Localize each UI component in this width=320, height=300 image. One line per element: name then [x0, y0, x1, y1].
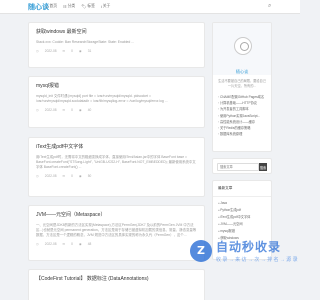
list-item[interactable]: iText生成pdf中文字体: [218, 214, 266, 221]
post-meta: ◷ 2022-08 ✉ 0 ◉ 50: [36, 174, 197, 178]
calendar-icon: ◷: [36, 108, 39, 112]
post-excerpt: 用iText生成pdf时，无需将中文的粗细变换成字体，直接使用iText/Asi…: [36, 155, 196, 169]
calendar-icon: ◷: [36, 242, 39, 246]
tag-icon: 🏷: [81, 4, 87, 9]
comment-icon: ✉: [62, 108, 66, 112]
post-views: 40: [87, 108, 92, 112]
profile-banner: [213, 23, 271, 75]
watermark-logo: Z 自动秒收录 收 录 → 来 访 → 次 → 排 名 → 源 录: [190, 238, 298, 263]
post-excerpt: mysqld_init 文件时遇 [mysqld] port file = /v…: [36, 94, 168, 103]
home-icon: ⌂: [46, 4, 49, 9]
list-item[interactable]: 使用Python实现JavaScript...: [218, 113, 266, 119]
post-title[interactable]: 【CodeFirst Tutorial】 数据标注 (DataAnnotatio…: [36, 275, 197, 282]
search-button[interactable]: 搜索: [259, 163, 267, 171]
nav-item-tags[interactable]: 🏷 标签: [81, 4, 95, 9]
profile-description: 生活不要被自己的局限，要给自己一片天空。所有的...: [218, 79, 266, 88]
post-card: 获取windows 最新空间 Stack.xxx: Cookie: Ban Re…: [28, 22, 205, 68]
post-excerpt: Stack.xxx: Cookie: Ban ResearchStorageSt…: [36, 40, 135, 44]
post-title[interactable]: 获取windows 最新空间: [36, 28, 197, 35]
post-views: 50: [87, 174, 92, 178]
category-icon: ☷: [63, 4, 67, 9]
list-item[interactable]: Python生成pdf: [218, 207, 266, 214]
list-item[interactable]: 数据库系统原理: [218, 131, 266, 137]
list-item[interactable]: mysql报错: [218, 228, 266, 235]
post-date: 2022-08: [44, 174, 57, 178]
search-widget: 搜索: [212, 158, 272, 174]
nav-item-about[interactable]: i 关于: [101, 4, 110, 9]
watermark-text: 自动秒收录 收 录 → 来 访 → 次 → 排 名 → 源 录: [216, 238, 298, 263]
post-date: 2022-08: [44, 108, 57, 112]
list-item[interactable]: Java: [218, 200, 266, 207]
comment-icon: ✉: [62, 49, 66, 53]
post-meta: ◷ 2022-08 ✉ 0 ◉ 31: [36, 49, 197, 53]
comment-icon: ✉: [62, 174, 66, 178]
post-meta: ◷ 2022-08 ✉ 0 ◉ 40: [36, 108, 197, 112]
calendar-icon: ◷: [36, 174, 39, 178]
eye-icon: ◉: [78, 108, 82, 112]
eye-icon: ◉: [78, 49, 82, 53]
comment-icon: ✉: [62, 242, 66, 246]
post-title[interactable]: mysql报错: [36, 82, 197, 89]
post-comments: 0: [71, 108, 73, 112]
eye-icon: ◉: [78, 174, 82, 178]
post-card: JVM——元空间（Metaspace） 一、元空间是JDK8的新的方法区实现(M…: [28, 205, 205, 261]
post-title[interactable]: iText生成pdf中文字体: [36, 143, 197, 150]
post-date: 2022-08: [44, 49, 57, 53]
post-card: mysql报错 mysqld_init 文件时遇 [mysqld] port f…: [28, 76, 205, 128]
post-comments: 0: [71, 174, 73, 178]
top-navbar: 随心谈 ⌂ 首页 ☷ 分类 🏷 标签 i 关于 ⌕: [0, 0, 300, 14]
post-meta: ◷ 2022-08 ✉ 0 ◉ 48: [36, 242, 197, 246]
post-comments: 0: [71, 242, 73, 246]
list-item[interactable]: JVM——元空间: [218, 221, 266, 228]
widget-title: 最新文章: [213, 181, 271, 197]
post-views: 31: [87, 49, 92, 53]
search-icon[interactable]: ⌕: [268, 3, 271, 10]
post-date: 2022-08: [44, 242, 57, 246]
post-card: iText生成pdf中文字体 用iText生成pdf时，无需将中文的粗细变换成字…: [28, 137, 205, 197]
search-row: 搜索: [213, 159, 271, 173]
profile-name[interactable]: 随心谈: [213, 69, 271, 75]
watermark-badge: Z: [190, 239, 212, 262]
recent-posts-list: CNAME配置GitHub Pages域名 计算机基础——HTTP协议 为开发者…: [213, 92, 271, 141]
search-input[interactable]: [217, 163, 259, 171]
nav-item-categories[interactable]: ☷ 分类: [63, 4, 75, 9]
watermark-subtitle: 收 录 → 来 访 → 次 → 排 名 → 源 录: [216, 257, 298, 263]
post-excerpt: 一、元空间是JDK8的新的方法区实现(Metaspace),方法区PermGen…: [36, 223, 197, 237]
post-comments: 0: [71, 49, 73, 53]
profile-widget: 随心谈 生活不要被自己的局限，要给自己一片天空。所有的... CNAME配置Gi…: [212, 22, 272, 152]
post-views: 48: [87, 242, 92, 246]
eye-icon: ◉: [78, 242, 82, 246]
nav-item-home[interactable]: ⌂ 首页: [46, 4, 57, 9]
main-nav: ⌂ 首页 ☷ 分类 🏷 标签 i 关于: [46, 4, 116, 9]
post-title[interactable]: JVM——元空间（Metaspace）: [36, 211, 197, 218]
post-card: 【CodeFirst Tutorial】 数据标注 (DataAnnotatio…: [28, 269, 205, 300]
watermark-title: 自动秒收录: [216, 240, 282, 254]
avatar[interactable]: [234, 37, 252, 55]
calendar-icon: ◷: [36, 49, 39, 53]
info-icon: i: [100, 4, 102, 9]
